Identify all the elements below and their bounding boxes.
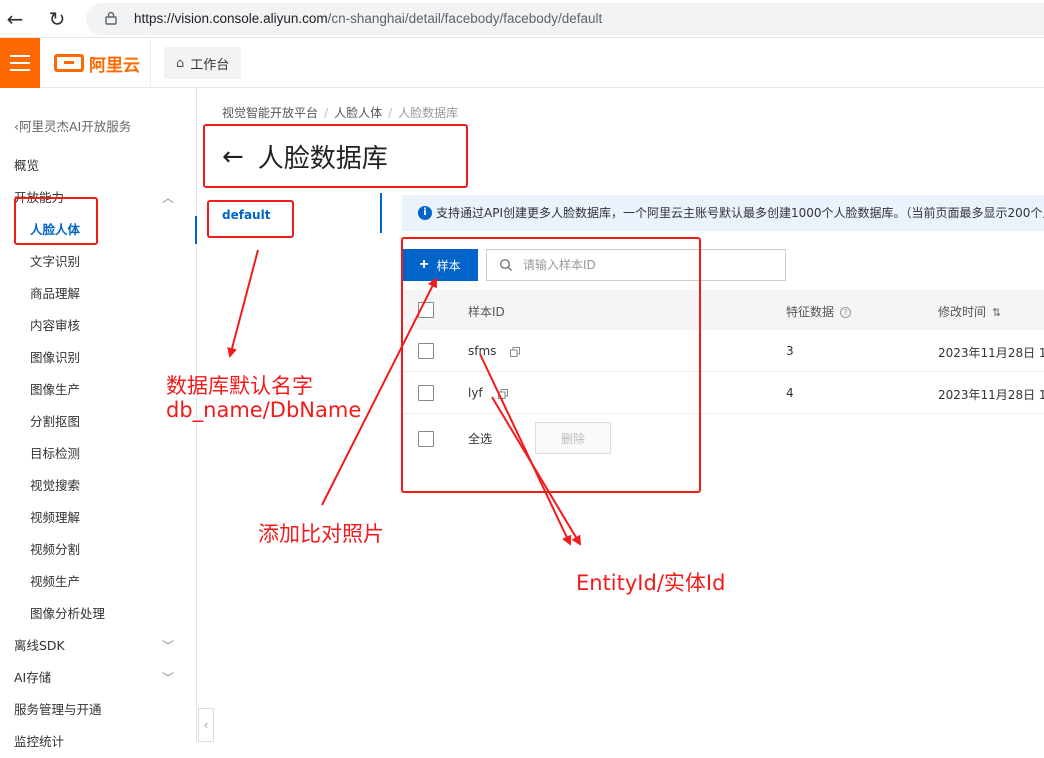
url-host: https://vision.console.aliyun.com bbox=[134, 11, 328, 26]
sidebar-item-label: 图像生产 bbox=[30, 382, 81, 397]
annotation-db-name-line1: 数据库默认名字 bbox=[166, 374, 313, 398]
home-icon: ⌂ bbox=[176, 55, 185, 71]
sidebar-item-label: 分割抠图 bbox=[30, 414, 81, 429]
sidebar-back-label: 阿里灵杰AI开放服务 bbox=[19, 119, 132, 134]
sidebar-item-label: 内容审核 bbox=[30, 318, 81, 333]
sidebar-item-label: 离线SDK bbox=[14, 638, 65, 653]
feature-count: 3 bbox=[786, 344, 794, 358]
sidebar-item-label: 服务管理与开通 bbox=[14, 702, 102, 717]
sidebar-item-label: 图像分析处理 bbox=[30, 606, 106, 621]
address-bar[interactable]: https://vision.console.aliyun.com/cn-sha… bbox=[86, 3, 1044, 35]
sidebar-item-video-understanding[interactable]: 视频理解 bbox=[0, 502, 196, 534]
modified-time: 2023年11月28日 16: bbox=[938, 388, 1044, 402]
annotation-box-face-body bbox=[14, 197, 98, 245]
annotation-add-photo: 添加比对照片 bbox=[258, 522, 384, 546]
column-header-features: 特征数据? bbox=[786, 303, 852, 320]
url-path: /cn-shanghai/detail/facebody/facebody/de… bbox=[327, 11, 603, 26]
sidebar-item-label: 视觉搜索 bbox=[30, 478, 81, 493]
sidebar-item-label: 商品理解 bbox=[30, 286, 81, 301]
browser-toolbar: ← ↻ https://vision.console.aliyun.com/cn… bbox=[0, 0, 1044, 38]
sidebar-item-offline-sdk[interactable]: 离线SDK ﹀ bbox=[0, 630, 196, 662]
lock-icon bbox=[105, 11, 117, 25]
sidebar-item-image-analysis[interactable]: 图像分析处理 bbox=[0, 598, 196, 630]
info-notice: i 支持通过API创建更多人脸数据库，一个阿里云主账号默认最多创建1000个人脸… bbox=[402, 195, 1044, 231]
sidebar-item-label: 目标检测 bbox=[30, 446, 81, 461]
info-icon: i bbox=[418, 206, 432, 220]
column-header-features-label: 特征数据 bbox=[786, 305, 835, 319]
sidebar-item-visual-search[interactable]: 视觉搜索 bbox=[0, 470, 196, 502]
feature-count: 4 bbox=[786, 386, 794, 400]
chevron-down-icon: ﹀ bbox=[161, 639, 174, 653]
workbench-button[interactable]: ⌂ 工作台 bbox=[164, 47, 242, 79]
arrow-to-db-name bbox=[227, 249, 259, 358]
sidebar-item-video-production[interactable]: 视频生产 bbox=[0, 566, 196, 598]
console-header: 阿里云 ⌂ 工作台 bbox=[0, 38, 1044, 88]
breadcrumb-item: 人脸数据库 bbox=[398, 106, 459, 120]
brand-name: 阿里云 bbox=[89, 55, 140, 76]
database-tab-indicator bbox=[380, 193, 382, 233]
sidebar-item-label: 视频分割 bbox=[30, 542, 81, 557]
breadcrumb-item[interactable]: 人脸人体 bbox=[334, 106, 382, 120]
aliyun-logo[interactable]: 阿里云 bbox=[54, 51, 140, 76]
sidebar-item-label: 图像识别 bbox=[30, 350, 81, 365]
sidebar-back-link[interactable]: ‹阿里灵杰AI开放服务 bbox=[14, 116, 131, 135]
modified-time: 2023年11月28日 17: bbox=[938, 346, 1044, 360]
annotation-box-db-tab bbox=[207, 200, 294, 238]
menu-icon[interactable] bbox=[0, 38, 40, 88]
sidebar-item-overview[interactable]: 概览 bbox=[0, 150, 196, 182]
sidebar-item-goods[interactable]: 商品理解 bbox=[0, 278, 196, 310]
chevron-up-icon: ︿ bbox=[161, 191, 174, 205]
chevron-down-icon: ﹀ bbox=[161, 671, 174, 685]
aliyun-logo-mark bbox=[54, 54, 84, 72]
url-text: https://vision.console.aliyun.com/cn-sha… bbox=[134, 11, 602, 26]
annotation-db-name-line2: db_name/DbName bbox=[166, 398, 362, 422]
sidebar-item-video-segmentation[interactable]: 视频分割 bbox=[0, 534, 196, 566]
sidebar-item-ai-storage[interactable]: AI存储 ﹀ bbox=[0, 662, 196, 694]
header-divider bbox=[150, 38, 151, 88]
reload-icon[interactable]: ↻ bbox=[46, 8, 68, 30]
sidebar-item-service-management[interactable]: 服务管理与开通 bbox=[0, 694, 196, 726]
breadcrumb-item[interactable]: 视觉智能开放平台 bbox=[222, 106, 318, 120]
sidebar-item-label: 概览 bbox=[14, 158, 40, 173]
sidebar-item-object-detection[interactable]: 目标检测 bbox=[0, 438, 196, 470]
sidebar-item-monitoring[interactable]: 监控统计 bbox=[0, 726, 196, 758]
annotation-entity-id: EntityId/实体Id bbox=[576, 571, 726, 595]
sort-icon[interactable]: ⇅ bbox=[992, 306, 1001, 319]
help-icon[interactable]: ? bbox=[840, 307, 852, 318]
breadcrumb: 视觉智能开放平台 / 人脸人体 / 人脸数据库 bbox=[222, 106, 459, 120]
back-arrow-icon[interactable]: ← bbox=[4, 8, 26, 30]
column-header-modified-label: 修改时间 bbox=[938, 305, 987, 319]
sidebar-item-label: 文字识别 bbox=[30, 254, 81, 269]
sidebar-collapse-handle[interactable]: ‹ bbox=[198, 708, 214, 742]
sidebar-item-label: 视频理解 bbox=[30, 510, 81, 525]
notice-text: 支持通过API创建更多人脸数据库，一个阿里云主账号默认最多创建1000个人脸数据… bbox=[436, 206, 1044, 220]
sidebar-item-label: AI存储 bbox=[14, 670, 52, 685]
annotation-box-table bbox=[401, 237, 701, 493]
annotation-box-title bbox=[203, 124, 468, 188]
sidebar-item-ocr[interactable]: 文字识别 bbox=[0, 246, 196, 278]
column-header-modified[interactable]: 修改时间 ⇅ bbox=[938, 303, 1001, 320]
sidebar-item-moderation[interactable]: 内容审核 bbox=[0, 310, 196, 342]
sidebar-item-label: 视频生产 bbox=[30, 574, 81, 589]
workbench-label: 工作台 bbox=[190, 57, 230, 73]
